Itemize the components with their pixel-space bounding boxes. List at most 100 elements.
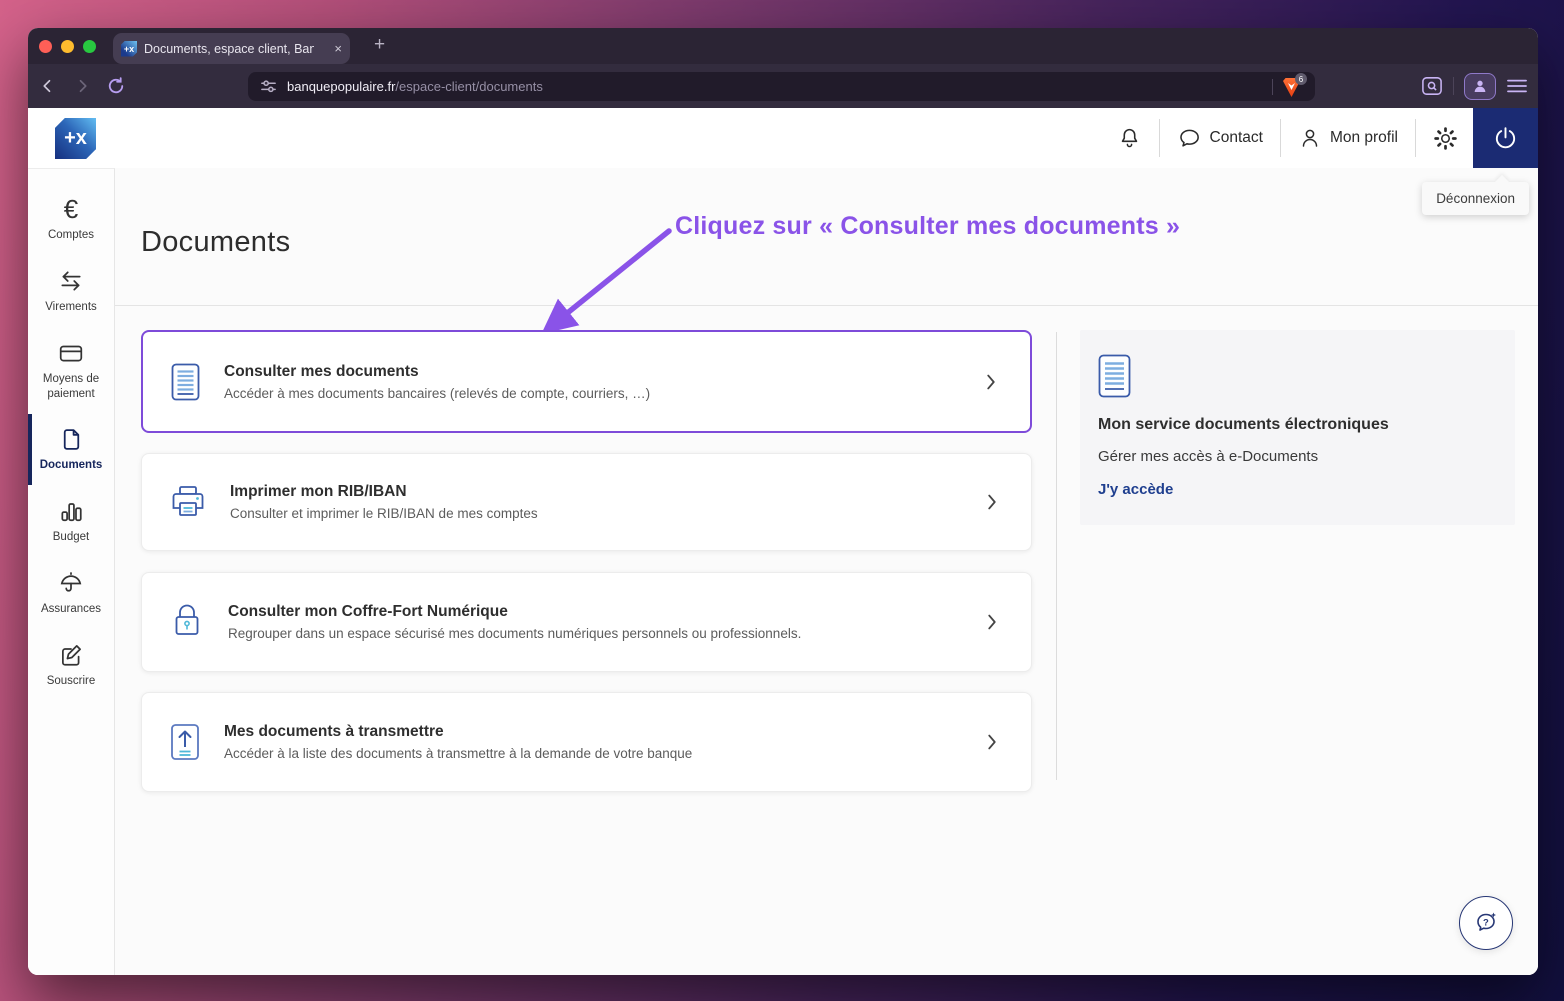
card-imprimer-rib-iban[interactable]: Imprimer mon RIB/IBAN Consulter et impri… — [141, 453, 1032, 551]
chevron-right-icon — [988, 494, 996, 510]
person-icon — [1302, 129, 1318, 147]
annotation-text: Cliquez sur « Consulter mes documents » — [675, 212, 1181, 240]
browser-profile-button[interactable] — [1464, 72, 1496, 100]
profile-label: Mon profil — [1329, 129, 1398, 146]
card-title: Imprimer mon RIB/IBAN — [230, 483, 407, 500]
sidebar-item-comptes[interactable]: € Comptes — [28, 183, 114, 255]
page-title: Documents — [141, 226, 291, 258]
logout-button[interactable] — [1473, 108, 1538, 168]
divider — [1415, 119, 1416, 157]
sidebar-item-label: Budget — [52, 530, 90, 543]
card-subtitle: Accéder à mes documents bancaires (relev… — [224, 385, 651, 401]
card-title: Consulter mes documents — [224, 362, 419, 380]
document-icon — [63, 428, 79, 450]
service-documents-card: Mon service documents électroniques Gére… — [1080, 330, 1515, 525]
divider — [1279, 119, 1281, 157]
traffic-lights — [39, 39, 96, 53]
chevron-right-icon — [988, 614, 996, 630]
site-settings-icon[interactable] — [260, 78, 277, 95]
divider — [1056, 332, 1057, 780]
back-icon[interactable] — [34, 72, 62, 100]
help-chat-button[interactable]: ? — [1459, 896, 1513, 950]
sidebar-item-label: Documents — [39, 458, 103, 471]
sidebar-item-documents[interactable]: Documents — [28, 413, 114, 485]
chevron-right-icon — [988, 734, 996, 750]
upload-icon — [171, 724, 199, 760]
browser-tab[interactable]: +x Documents, espace client, Ban × — [113, 33, 350, 64]
url-path: /espace-client/documents — [395, 79, 543, 94]
sidebar-item-souscrire[interactable]: Souscrire — [28, 629, 114, 701]
bank-logo[interactable]: +x — [55, 118, 96, 159]
divider — [1158, 119, 1160, 157]
logout-tooltip: Déconnexion — [1422, 182, 1529, 215]
svg-text:?: ? — [1483, 918, 1489, 929]
sidebar-item-assurances[interactable]: Assurances — [28, 557, 114, 629]
sidebar-item-label: Virements — [45, 300, 97, 313]
document-lines-icon — [1098, 354, 1131, 398]
umbrella-icon — [60, 571, 82, 592]
sidebar-item-budget[interactable]: Budget — [28, 485, 114, 557]
address-bar[interactable]: banquepopulaire.fr/espace-client/documen… — [248, 72, 1315, 101]
zoom-window-button[interactable] — [83, 39, 96, 53]
reload-icon[interactable] — [102, 72, 130, 100]
card-documents-a-transmettre[interactable]: Mes documents à transmettre Accéder à la… — [141, 692, 1032, 792]
sidebar-item-label: Comptes — [47, 229, 95, 241]
main-area: Documents Cliquez sur « Consulter mes do… — [115, 168, 1538, 975]
menu-icon[interactable] — [1506, 77, 1528, 95]
close-window-button[interactable] — [39, 39, 52, 53]
gear-icon — [1434, 126, 1457, 150]
page-content: +x Contact Mon profil Déconnexion € Comp… — [28, 108, 1538, 975]
document-lines-icon — [171, 363, 200, 400]
card-subtitle: Regrouper dans un espace sécurisé mes do… — [228, 626, 802, 641]
help-chat-icon: ? — [1477, 912, 1496, 931]
sidebar-item-moyens-de-paiement[interactable]: Moyens de paiement — [28, 327, 114, 414]
divider — [1272, 78, 1273, 95]
card-subtitle: Accéder à la liste des documents à trans… — [224, 746, 693, 761]
card-title: Mes documents à transmettre — [224, 723, 444, 740]
browser-tabbar: +x Documents, espace client, Ban × + — [28, 28, 1538, 64]
service-card-title: Mon service documents électroniques — [1098, 416, 1389, 433]
card-subtitle: Consulter et imprimer le RIB/IBAN de mes… — [230, 506, 538, 521]
minimize-window-button[interactable] — [61, 39, 74, 53]
contact-label: Contact — [1209, 129, 1263, 146]
profile-icon — [1474, 80, 1486, 92]
sidebar: € Comptes Virements Moyens de paiement D… — [28, 168, 115, 975]
bell-icon — [1121, 128, 1137, 147]
sidebar-item-label: Assurances — [40, 602, 102, 615]
card-consulter-mes-documents[interactable]: Consulter mes documents Accéder à mes do… — [141, 330, 1032, 433]
sidebar-search-icon[interactable] — [1421, 76, 1443, 96]
power-icon — [1495, 126, 1516, 148]
edit-icon — [62, 644, 81, 666]
card-coffre-fort-numerique[interactable]: Consulter mon Coffre-Fort Numérique Regr… — [141, 572, 1032, 672]
forward-icon[interactable] — [68, 72, 96, 100]
bank-header: +x Contact Mon profil — [28, 108, 1538, 168]
annotation-arrow — [541, 228, 672, 335]
service-card-link[interactable]: J'y accède — [1098, 481, 1173, 498]
lock-icon — [175, 604, 199, 635]
printer-icon — [172, 486, 204, 516]
card-title: Consulter mon Coffre-Fort Numérique — [228, 603, 508, 620]
sidebar-item-label: Souscrire — [46, 674, 96, 687]
url-domain: banquepopulaire.fr — [287, 79, 396, 94]
browser-navbar: banquepopulaire.fr/espace-client/documen… — [28, 64, 1538, 108]
contact-button[interactable]: Contact — [1177, 126, 1263, 151]
new-tab-button[interactable]: + — [366, 34, 393, 56]
tab-favicon: +x — [121, 40, 137, 57]
browser-window: +x Documents, espace client, Ban × + ban… — [28, 28, 1538, 975]
shield-badge: 6 — [1295, 73, 1307, 85]
sidebar-item-label: Moyens de paiement — [42, 372, 100, 400]
chevron-right-icon — [987, 374, 995, 389]
bar-chart-icon — [61, 502, 82, 521]
sidebar-item-virements[interactable]: Virements — [28, 255, 114, 327]
brave-shield-icon[interactable]: 6 — [1283, 73, 1307, 97]
browser-toolbar-right — [1421, 64, 1528, 108]
card-icon — [59, 345, 83, 362]
divider — [1453, 77, 1454, 95]
tab-close-icon[interactable]: × — [334, 41, 342, 56]
tab-title: Documents, espace client, Ban — [144, 41, 314, 56]
profile-button[interactable]: Mon profil — [1298, 126, 1398, 150]
chat-bubble-icon — [1179, 129, 1199, 147]
notifications-button[interactable] — [1117, 126, 1142, 151]
settings-button[interactable] — [1433, 126, 1458, 151]
euro-icon: € — [63, 194, 79, 224]
